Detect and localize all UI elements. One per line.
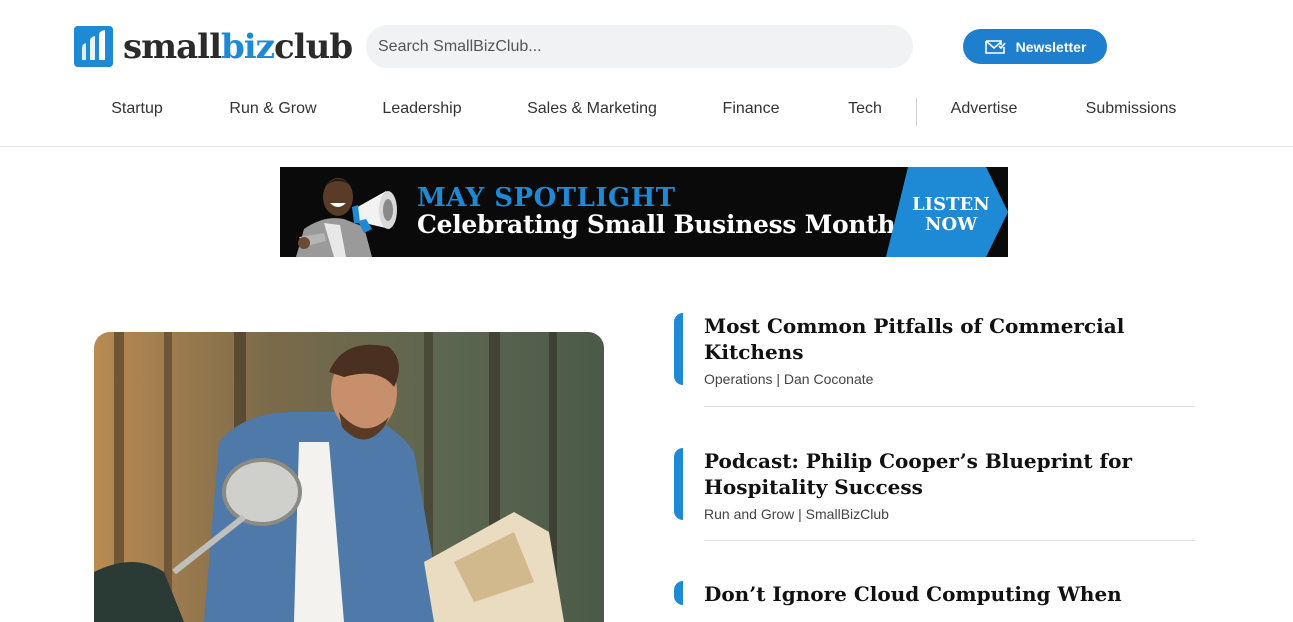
nav-item-finance[interactable]: Finance xyxy=(723,100,780,118)
listen-now-button[interactable]: LISTEN NOW xyxy=(912,194,990,235)
article-accent-bar xyxy=(674,448,683,520)
newsletter-button[interactable]: Newsletter xyxy=(963,29,1107,64)
promo-banner[interactable]: MAY SPOTLIGHT Celebrating Small Business… xyxy=(280,167,1008,257)
article-meta[interactable]: Run and Grow | SmallBizClub xyxy=(704,506,889,522)
logo-word-biz: biz xyxy=(220,26,275,67)
article-accent-bar xyxy=(674,313,683,385)
article-accent-bar xyxy=(674,581,683,605)
article-title-link[interactable]: Don’t Ignore Cloud Computing When xyxy=(704,581,1164,607)
nav-item-submissions[interactable]: Submissions xyxy=(1086,100,1177,118)
nav-item-sales-marketing[interactable]: Sales & Marketing xyxy=(527,100,657,118)
article-divider xyxy=(704,406,1195,407)
nav-item-advertise[interactable]: Advertise xyxy=(951,100,1018,118)
header-divider xyxy=(0,146,1293,147)
main-nav: Startup Run & Grow Leadership Sales & Ma… xyxy=(0,98,1293,126)
article-divider xyxy=(704,540,1195,541)
logo-word-small: small xyxy=(123,26,222,67)
nav-item-tech[interactable]: Tech xyxy=(848,100,882,118)
featured-article-image[interactable] xyxy=(94,332,604,622)
nav-item-run-and-grow[interactable]: Run & Grow xyxy=(229,100,316,118)
banner-subheadline: Celebrating Small Business Month xyxy=(417,210,896,239)
bar-chart-logo-icon xyxy=(74,26,113,67)
site-logo[interactable]: smallbizclub xyxy=(74,26,353,67)
article-meta[interactable]: Operations | Dan Coconate xyxy=(704,371,873,387)
person-with-megaphone-image xyxy=(294,167,414,257)
logo-wordmark: smallbizclub xyxy=(123,26,353,67)
cta-line-1: LISTEN xyxy=(912,194,990,215)
envelope-icon xyxy=(984,39,1006,55)
article-title-link[interactable]: Podcast: Philip Cooper’s Blueprint for H… xyxy=(704,448,1164,500)
nav-item-leadership[interactable]: Leadership xyxy=(382,100,461,118)
cta-line-2: NOW xyxy=(925,214,978,235)
article-title-link[interactable]: Most Common Pitfalls of Commercial Kitch… xyxy=(704,313,1164,365)
nav-divider xyxy=(916,98,917,126)
banner-headline: MAY SPOTLIGHT xyxy=(417,183,676,213)
nav-item-startup[interactable]: Startup xyxy=(111,100,163,118)
newsletter-label: Newsletter xyxy=(1015,38,1087,55)
logo-word-club: club xyxy=(273,26,353,67)
search-input[interactable] xyxy=(366,25,913,68)
